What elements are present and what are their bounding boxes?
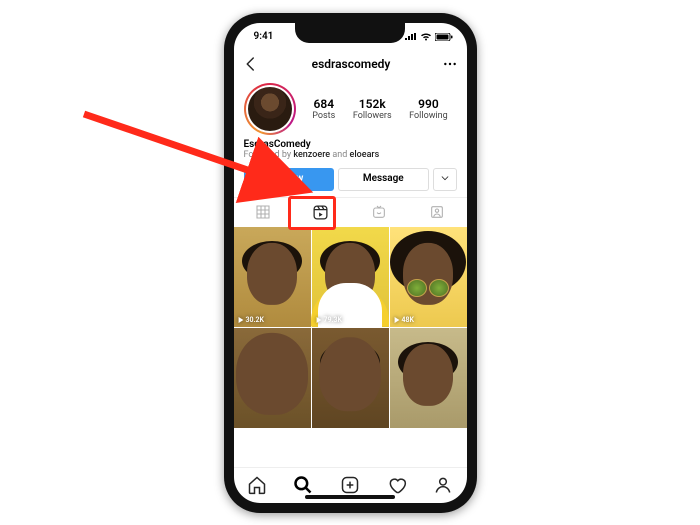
nav-search-icon[interactable] xyxy=(293,475,313,495)
stat-posts[interactable]: 684 Posts xyxy=(312,97,335,121)
followed-by-line[interactable]: Followed by kenzoere and eloears xyxy=(244,150,457,160)
suggested-dropdown-button[interactable] xyxy=(433,168,457,191)
play-icon xyxy=(316,317,322,323)
nav-home-icon[interactable] xyxy=(247,475,267,495)
notch xyxy=(295,23,405,43)
profile-stats-row: 684 Posts 152k Followers 990 Following xyxy=(234,79,467,137)
status-time: 9:41 xyxy=(254,31,274,42)
follow-button[interactable]: Follow xyxy=(244,168,335,191)
more-options-icon[interactable] xyxy=(442,56,458,72)
reels-icon xyxy=(312,204,329,221)
chevron-down-icon xyxy=(440,173,450,183)
reels-grid: 30.2K 79.3K 48K xyxy=(234,227,467,467)
battery-icon xyxy=(435,33,453,41)
grid-icon xyxy=(255,204,271,220)
reel-thumbnail[interactable]: 48K xyxy=(390,227,467,327)
back-icon[interactable] xyxy=(242,55,260,73)
tagged-icon xyxy=(429,204,445,220)
stat-followers[interactable]: 152k Followers xyxy=(353,97,392,121)
nav-newpost-icon[interactable] xyxy=(340,475,360,495)
nav-activity-icon[interactable] xyxy=(387,475,407,495)
home-indicator xyxy=(305,495,395,499)
display-name: EsdrasComedy xyxy=(244,139,457,150)
reel-thumbnail[interactable] xyxy=(234,328,311,428)
profile-tabs xyxy=(234,197,467,227)
profile-header: esdrascomedy xyxy=(234,49,467,79)
wifi-icon xyxy=(420,33,432,41)
profile-bio: EsdrasComedy Followed by kenzoere and el… xyxy=(234,137,467,162)
header-username: esdrascomedy xyxy=(312,57,391,71)
tab-reels[interactable] xyxy=(292,198,350,228)
phone-frame: 9:41 esdrascomedy 684 Posts 15 xyxy=(224,13,477,513)
reel-thumbnail[interactable]: 30.2K xyxy=(234,227,311,327)
message-button[interactable]: Message xyxy=(338,168,429,191)
reel-thumbnail[interactable]: 79.3K xyxy=(312,227,389,327)
tab-igtv[interactable] xyxy=(350,198,408,227)
action-row: Follow Message xyxy=(234,162,467,197)
play-icon xyxy=(238,317,244,323)
play-icon xyxy=(394,317,400,323)
tab-tagged[interactable] xyxy=(408,198,466,227)
igtv-icon xyxy=(371,204,387,220)
avatar-story-ring[interactable] xyxy=(244,83,296,135)
tab-grid[interactable] xyxy=(234,198,292,227)
stat-following[interactable]: 990 Following xyxy=(409,97,448,121)
signal-icon xyxy=(405,33,417,41)
reel-thumbnail[interactable] xyxy=(390,328,467,428)
nav-profile-icon[interactable] xyxy=(433,475,453,495)
screen: 9:41 esdrascomedy 684 Posts 15 xyxy=(234,23,467,503)
avatar xyxy=(248,87,292,131)
reel-thumbnail[interactable] xyxy=(312,328,389,428)
